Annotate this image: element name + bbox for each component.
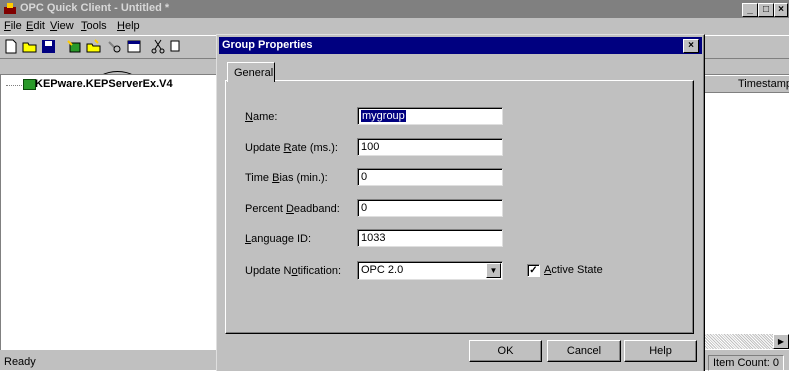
column-header-timestamp[interactable]: Timestamp — [703, 75, 789, 93]
name-label: Name: — [245, 111, 278, 123]
dialog-close-button[interactable]: × — [683, 39, 699, 53]
new-item-icon[interactable] — [106, 39, 122, 54]
menu-tools[interactable]: Tools — [81, 20, 107, 32]
save-icon[interactable] — [41, 39, 57, 54]
scroll-right-arrow-icon[interactable]: ▶ — [773, 334, 789, 349]
language-id-label: Language ID: — [245, 233, 312, 245]
update-rate-label: Update Rate (ms.): — [245, 142, 338, 154]
ok-button[interactable]: OK — [469, 340, 542, 362]
properties-icon[interactable] — [126, 39, 142, 54]
cancel-button[interactable]: Cancel — [547, 340, 621, 362]
server-tree-pane[interactable]: KEPware.KEPServerEx.V4 — [0, 74, 217, 350]
group-properties-dialog: Group Properties × General Name: mygroup… — [216, 34, 705, 371]
percent-deadband-label: Percent Deadband: — [245, 203, 340, 215]
item-count: Item Count: 0 — [708, 355, 785, 371]
open-folder-icon[interactable] — [22, 39, 38, 54]
menu-file[interactable]: File — [4, 20, 22, 32]
update-notification-label: Update Notification: — [245, 265, 342, 277]
active-state-checkbox[interactable]: ✓ — [527, 264, 540, 277]
main-title-bar: OPC Quick Client - Untitled * _ □ × — [0, 0, 789, 18]
cut-icon[interactable] — [150, 39, 166, 54]
status-text: Ready — [4, 356, 36, 368]
minimize-button[interactable]: _ — [742, 3, 758, 17]
main-window-title: OPC Quick Client - Untitled * — [20, 2, 170, 14]
new-server-icon[interactable] — [66, 39, 82, 54]
time-bias-field[interactable]: 0 — [357, 168, 503, 186]
maximize-button[interactable]: □ — [758, 3, 774, 17]
help-button[interactable]: Help — [624, 340, 697, 362]
update-notification-select[interactable]: OPC 2.0 ▼ — [357, 261, 503, 280]
menu-view[interactable]: View — [50, 20, 74, 32]
dialog-title: Group Properties — [222, 39, 313, 51]
dialog-title-bar: Group Properties × — [219, 37, 702, 54]
name-field[interactable]: mygroup — [357, 107, 503, 125]
horizontal-scrollbar[interactable]: ▶ — [703, 334, 789, 349]
language-id-field[interactable]: 1033 — [357, 229, 503, 247]
menu-bar: File Edit View Tools Help — [0, 18, 789, 35]
new-file-icon[interactable] — [3, 39, 19, 54]
chevron-down-icon[interactable]: ▼ — [486, 263, 501, 278]
tree-item-server[interactable]: KEPware.KEPServerEx.V4 — [35, 78, 173, 90]
app-icon — [4, 3, 16, 14]
copy-icon[interactable] — [170, 39, 180, 54]
active-state-label[interactable]: Active State — [544, 264, 603, 276]
new-group-icon[interactable] — [86, 39, 102, 54]
percent-deadband-field[interactable]: 0 — [357, 199, 503, 217]
menu-edit[interactable]: Edit — [26, 20, 45, 32]
time-bias-label: Time Bias (min.): — [245, 172, 328, 184]
menu-help[interactable]: Help — [117, 20, 140, 32]
item-list-pane[interactable]: Timestamp — [703, 74, 789, 350]
close-button[interactable]: × — [774, 3, 788, 17]
update-rate-field[interactable]: 100 — [357, 138, 503, 156]
tab-general[interactable]: General — [227, 62, 275, 82]
